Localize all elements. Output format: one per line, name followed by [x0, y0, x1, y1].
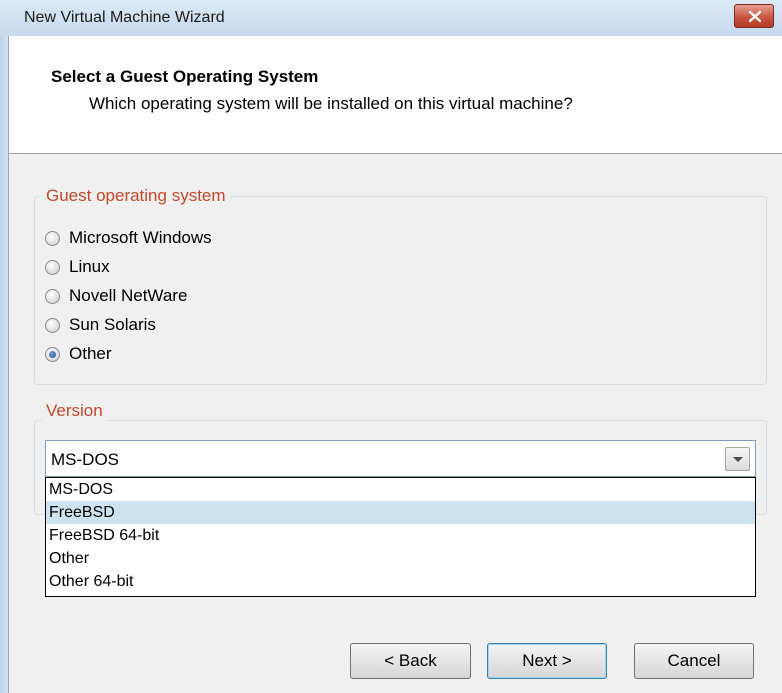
radio-label: Sun Solaris: [69, 315, 156, 334]
close-button[interactable]: [734, 4, 774, 28]
radio-novell-netware[interactable]: Novell NetWare: [45, 284, 187, 308]
radio-button[interactable]: [45, 288, 60, 304]
window-left-border: [0, 36, 9, 693]
version-select[interactable]: MS-DOS: [45, 440, 756, 477]
dropdown-option-ms-dos[interactable]: MS-DOS: [46, 478, 755, 501]
page-subtitle: Which operating system will be installed…: [89, 94, 573, 113]
dropdown-arrow-icon[interactable]: [725, 447, 750, 471]
dropdown-option-other-64-bit[interactable]: Other 64-bit: [46, 570, 755, 593]
window-title: New Virtual Machine Wizard: [24, 9, 225, 26]
version-select-value: MS-DOS: [51, 450, 119, 469]
cancel-button[interactable]: Cancel: [634, 643, 754, 679]
radio-other[interactable]: Other: [45, 342, 112, 366]
close-x-icon: [748, 10, 762, 23]
dropdown-option-freebsd[interactable]: FreeBSD: [46, 501, 755, 524]
radio-label: Novell NetWare: [69, 286, 188, 305]
wizard-header: Select a Guest Operating System Which op…: [9, 36, 782, 154]
radio-label: Other: [69, 344, 112, 363]
radio-label: Linux: [69, 257, 110, 276]
radio-button[interactable]: [45, 317, 60, 333]
dropdown-option-other[interactable]: Other: [46, 547, 755, 570]
next-button[interactable]: Next >: [487, 643, 607, 679]
radio-button[interactable]: [45, 230, 60, 246]
back-button[interactable]: < Back: [350, 643, 471, 679]
radio-sun-solaris[interactable]: Sun Solaris: [45, 313, 156, 337]
version-dropdown-list: MS-DOS FreeBSD FreeBSD 64-bit Other Othe…: [45, 477, 756, 597]
dropdown-option-freebsd-64-bit[interactable]: FreeBSD 64-bit: [46, 524, 755, 547]
title-bar: New Virtual Machine Wizard: [0, 0, 782, 37]
radio-button-selected[interactable]: [45, 346, 60, 362]
guest-os-legend: Guest operating system: [42, 186, 230, 206]
radio-label: Microsoft Windows: [69, 228, 212, 247]
version-legend: Version: [42, 401, 107, 421]
radio-linux[interactable]: Linux: [45, 255, 110, 279]
radio-microsoft-windows[interactable]: Microsoft Windows: [45, 226, 212, 250]
radio-button[interactable]: [45, 259, 60, 275]
page-title: Select a Guest Operating System: [51, 67, 319, 86]
